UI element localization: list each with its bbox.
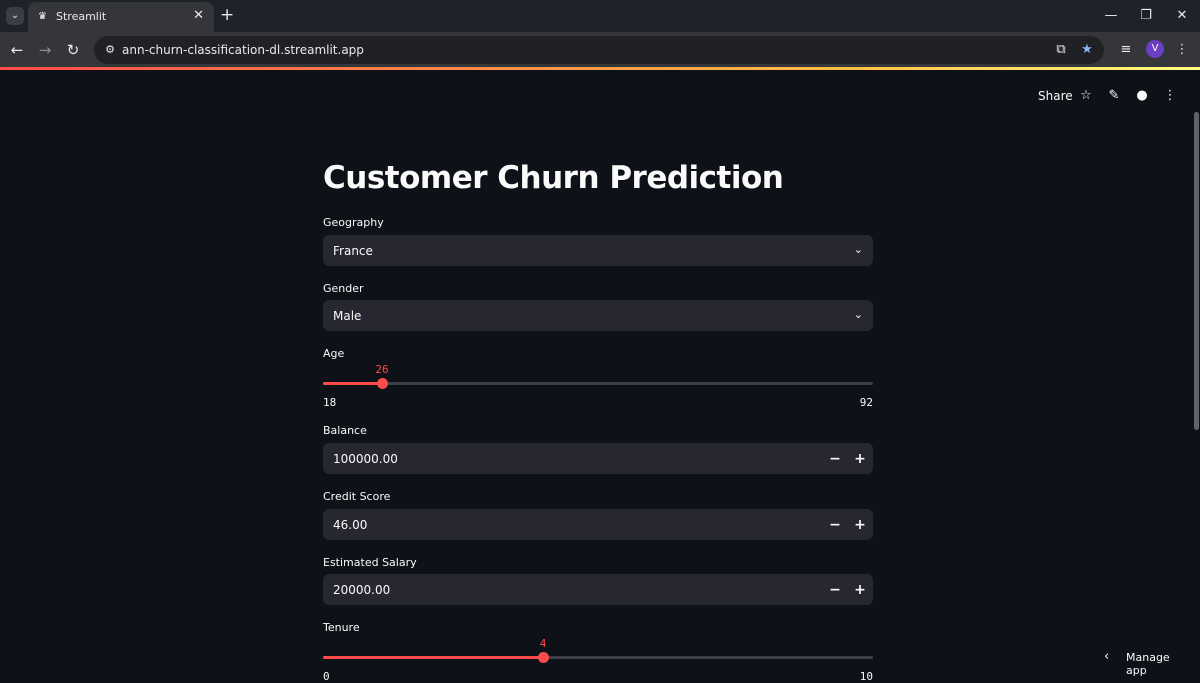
forward-icon[interactable]: → <box>35 40 55 60</box>
bookmark-star-icon[interactable]: ★ <box>1078 41 1096 59</box>
github-icon[interactable]: ● <box>1134 87 1150 105</box>
estimated-salary-label: Estimated Salary <box>323 556 417 569</box>
slider-value: 4 <box>539 637 547 650</box>
slider-thumb[interactable] <box>538 652 549 663</box>
slider-min: 18 <box>323 396 337 409</box>
page-title: Customer Churn Prediction <box>323 160 784 196</box>
credit-score-label: Credit Score <box>323 490 391 503</box>
slider-thumb[interactable] <box>377 378 388 389</box>
manage-app-label: Manage app <box>1126 651 1170 677</box>
balance-value[interactable]: 100000.00 <box>333 452 398 466</box>
search-tabs-icon[interactable]: ⌄ <box>6 7 24 25</box>
url-text[interactable]: ann-churn-classification-dl.streamlit.ap… <box>122 43 364 57</box>
slider-fill <box>323 382 382 385</box>
increment-button[interactable]: + <box>850 580 870 600</box>
gender-value: Male <box>333 309 362 323</box>
reload-icon[interactable]: ↻ <box>63 40 83 60</box>
geography-value: France <box>333 244 373 258</box>
media-icon[interactable]: ≡ <box>1116 40 1136 60</box>
restore-icon[interactable]: ❐ <box>1136 6 1156 26</box>
gender-select[interactable]: Male ⌄ <box>323 300 873 331</box>
increment-button[interactable]: + <box>850 515 870 535</box>
slider-value: 26 <box>375 363 389 376</box>
minimize-icon[interactable]: — <box>1101 6 1121 26</box>
share-button[interactable]: Share <box>1038 89 1073 103</box>
credit-score-value[interactable]: 46.00 <box>333 518 367 532</box>
close-icon[interactable]: ✕ <box>193 8 204 24</box>
age-label: Age <box>323 347 345 360</box>
new-tab-icon[interactable]: + <box>220 5 234 25</box>
scrollbar[interactable] <box>1194 112 1199 430</box>
slider-max: 10 <box>859 670 873 683</box>
chevron-down-icon: ⌄ <box>853 308 863 321</box>
profile-avatar[interactable]: V <box>1146 40 1164 58</box>
decrement-button[interactable]: − <box>825 515 845 535</box>
gender-label: Gender <box>323 282 364 295</box>
geography-select[interactable]: France ⌄ <box>323 235 873 266</box>
tenure-label: Tenure <box>323 621 360 634</box>
chevron-down-icon: ⌄ <box>853 243 863 256</box>
streamlit-favicon-icon: ♛ <box>38 11 47 22</box>
tenure-slider[interactable]: 4 0 10 <box>323 637 873 683</box>
estimated-salary-value[interactable]: 20000.00 <box>333 583 390 597</box>
slider-max: 92 <box>859 396 873 409</box>
manage-app-button[interactable]: ‹ Manage app <box>1100 649 1190 677</box>
age-slider[interactable]: 26 18 92 <box>323 363 873 409</box>
slider-fill <box>323 656 543 659</box>
estimated-salary-input[interactable]: 20000.00 − + <box>323 574 873 605</box>
site-settings-icon[interactable]: ⚙ <box>102 42 118 58</box>
address-bar[interactable]: ⚙ ann-churn-classification-dl.streamlit.… <box>94 36 1104 64</box>
slider-track[interactable] <box>323 382 873 385</box>
decrement-button[interactable]: − <box>825 580 845 600</box>
menu-icon[interactable]: ⋮ <box>1172 40 1192 60</box>
balance-input[interactable]: 100000.00 − + <box>323 443 873 474</box>
browser-tab-strip: ⌄ ♛ Streamlit ✕ + — ❐ ✕ <box>0 0 1200 32</box>
menu-icon[interactable]: ⋮ <box>1162 87 1178 105</box>
edit-icon[interactable]: ✎ <box>1106 87 1122 105</box>
browser-tab[interactable]: ♛ Streamlit ✕ <box>28 2 214 32</box>
slider-min: 0 <box>323 670 330 683</box>
balance-label: Balance <box>323 424 367 437</box>
window-close-icon[interactable]: ✕ <box>1172 6 1192 26</box>
geography-label: Geography <box>323 216 384 229</box>
browser-toolbar: ← → ↻ ⚙ ann-churn-classification-dl.stre… <box>0 32 1200 68</box>
tab-title: Streamlit <box>56 10 107 23</box>
streamlit-decoration-bar <box>0 67 1200 70</box>
install-app-icon[interactable]: ⧉ <box>1052 41 1070 59</box>
back-icon[interactable]: ← <box>7 40 27 60</box>
star-icon[interactable]: ☆ <box>1078 87 1094 105</box>
chevron-left-icon: ‹ <box>1104 649 1110 664</box>
credit-score-input[interactable]: 46.00 − + <box>323 509 873 540</box>
increment-button[interactable]: + <box>850 449 870 469</box>
decrement-button[interactable]: − <box>825 449 845 469</box>
